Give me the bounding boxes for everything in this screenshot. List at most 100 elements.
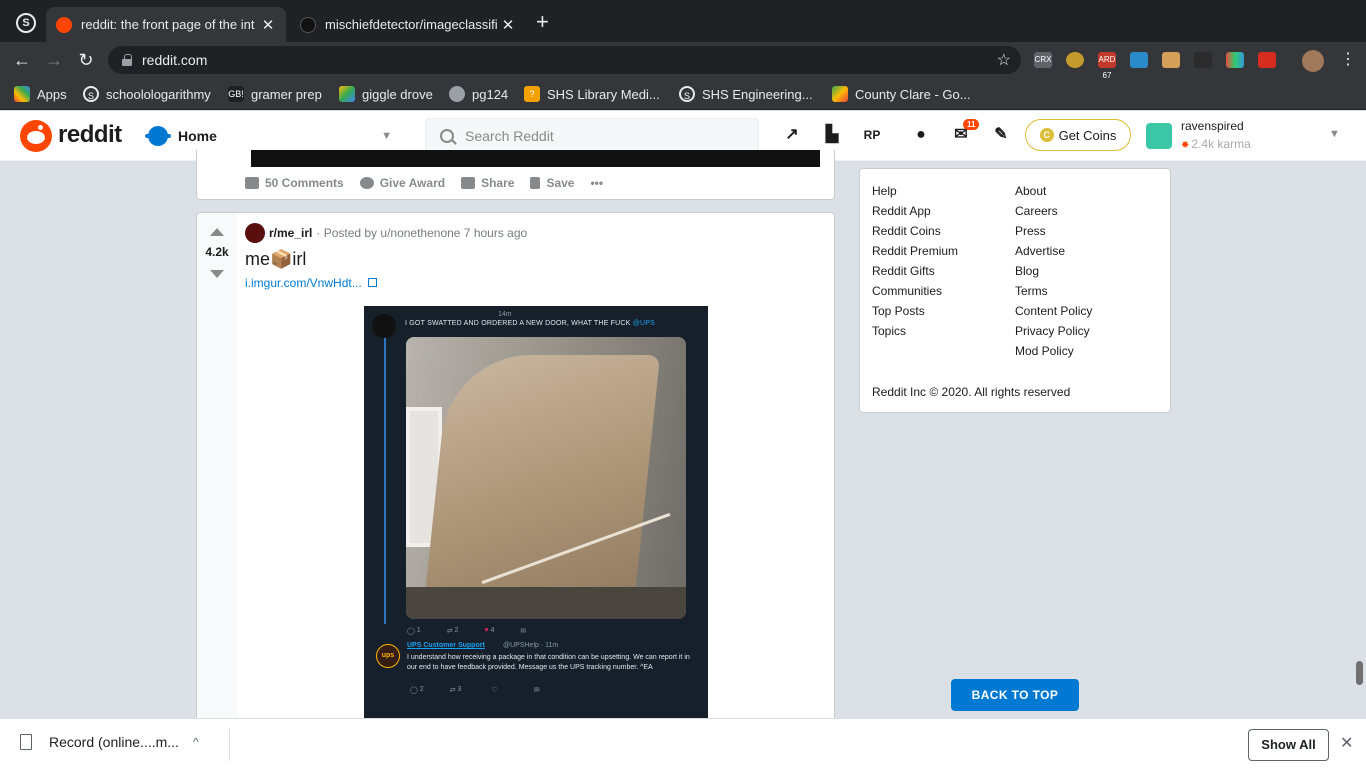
footer-link-press[interactable]: Press — [1015, 224, 1092, 244]
profile-s-icon[interactable]: S — [16, 13, 36, 33]
bookmark-giggle-drove[interactable]: giggle drove — [339, 86, 433, 102]
downvote-arrow-icon[interactable] — [210, 270, 224, 278]
download-item[interactable]: Record (online....m... ^ — [20, 734, 199, 750]
back-to-top-button[interactable]: BACK TO TOP — [951, 679, 1079, 711]
owl-extension-icon[interactable] — [1066, 52, 1084, 68]
give-award-label: Give Award — [379, 176, 446, 190]
footer-link-blog[interactable]: Blog — [1015, 264, 1092, 284]
posted-by[interactable]: · Posted by u/nonethenone 7 hours ago — [316, 226, 527, 240]
footer-link-reddit-premium[interactable]: Reddit Premium — [872, 244, 958, 264]
post-link[interactable]: i.imgur.com/VnwHdt... — [245, 276, 377, 290]
post-image[interactable]: 14m I GOT SWATTED AND ORDERED A NEW DOOR… — [364, 306, 708, 733]
reddit-wordmark[interactable]: reddit — [58, 121, 122, 149]
footer-link-top-posts[interactable]: Top Posts — [872, 304, 958, 324]
comments-button[interactable]: 50 Comments — [245, 176, 344, 190]
footer-link-mod-policy[interactable]: Mod Policy — [1015, 344, 1092, 364]
new-tab-button[interactable]: + — [536, 11, 549, 33]
address-bar[interactable]: reddit.com ☆ — [108, 46, 1021, 74]
dark-extension-icon[interactable] — [1194, 52, 1212, 68]
bookmark-shs-library[interactable]: ? SHS Library Medi... — [524, 86, 660, 102]
save-button[interactable]: Save — [530, 176, 574, 190]
bookmark-label: SHS Engineering... — [702, 86, 813, 102]
get-coins-button[interactable]: C Get Coins — [1025, 119, 1131, 151]
popular-trending-icon[interactable]: ↗ — [782, 125, 802, 145]
subreddit-link[interactable]: r/me_irl — [269, 226, 312, 240]
footer-link-careers[interactable]: Careers — [1015, 204, 1092, 224]
bookmark-apps[interactable]: Apps — [14, 86, 67, 102]
profile-avatar-icon[interactable] — [1302, 50, 1324, 72]
footer-link-reddit-app[interactable]: Reddit App — [872, 204, 958, 224]
post-link-text: i.imgur.com/VnwHdt... — [245, 276, 362, 290]
color-extension-icon[interactable] — [1226, 52, 1244, 68]
heart-icon: ♡ — [491, 687, 498, 694]
share-button[interactable]: Share — [461, 176, 514, 190]
footer-link-help[interactable]: Help — [872, 184, 958, 204]
like-count: 4 — [490, 627, 495, 634]
tab-reddit[interactable]: reddit: the front page of the int ✕ — [46, 7, 286, 42]
ard-extension-icon[interactable]: ARD 67 — [1098, 52, 1116, 80]
download-filename: Record (online....m... — [49, 734, 179, 750]
home-planet-icon — [145, 126, 171, 146]
tab-close-icon[interactable]: ✕ — [260, 16, 276, 34]
search-placeholder: Search Reddit — [465, 128, 554, 144]
tool-extension-icon[interactable] — [1130, 52, 1148, 68]
search-input[interactable]: Search Reddit — [425, 118, 759, 154]
tab-close-icon[interactable]: ✕ — [500, 16, 516, 34]
footer-link-reddit-gifts[interactable]: Reddit Gifts — [872, 264, 958, 284]
post-meta: r/me_irl · Posted by u/nonethenone 7 hou… — [245, 223, 527, 243]
footer-links-col1: Help Reddit App Reddit Coins Reddit Prem… — [872, 184, 958, 344]
check-extension-icon[interactable] — [1258, 52, 1276, 68]
footer-link-reddit-coins[interactable]: Reddit Coins — [872, 224, 958, 244]
bookmark-county-clare[interactable]: County Clare - Go... — [832, 86, 971, 102]
scrollbar-thumb[interactable] — [1356, 661, 1363, 685]
mail-count-badge: 11 — [963, 119, 980, 130]
post-title[interactable]: me📦irl — [245, 249, 306, 270]
face-extension-icon[interactable] — [1162, 52, 1180, 68]
chevron-up-icon[interactable]: ^ — [193, 735, 199, 749]
schoology-s-icon: S — [83, 86, 99, 102]
github-favicon-icon — [300, 16, 316, 33]
bookmark-pg124[interactable]: pg124 — [449, 86, 508, 102]
reddit-snoo-icon[interactable] — [20, 120, 52, 152]
rpan-icon[interactable]: RP — [862, 125, 882, 145]
feed-selector[interactable]: Home ▼ — [145, 120, 400, 152]
show-all-button[interactable]: Show All — [1248, 729, 1329, 761]
bookmark-shs-engineering[interactable]: S SHS Engineering... — [679, 86, 813, 102]
footer-link-terms[interactable]: Terms — [1015, 284, 1092, 304]
crx-extension-icon[interactable]: CRX — [1034, 52, 1052, 68]
bookmark-schoolology[interactable]: Sschoolologarithmy — [83, 86, 211, 102]
reply-icon: ◯ — [410, 687, 420, 694]
footer-link-communities[interactable]: Communities — [872, 284, 958, 304]
back-button[interactable]: ← — [10, 48, 34, 72]
post-card[interactable]: 4.2k r/me_irl · Posted by u/nonethenone … — [196, 212, 835, 733]
footer-link-advertise[interactable]: Advertise — [1015, 244, 1092, 264]
ups-logo: ups — [376, 644, 400, 668]
award-icon — [359, 177, 374, 189]
chat-icon[interactable]: ● — [911, 125, 931, 145]
footer-link-topics[interactable]: Topics — [872, 324, 958, 344]
menu-kebab-icon[interactable]: ⋮ — [1336, 48, 1360, 72]
footer-link-about[interactable]: About — [1015, 184, 1092, 204]
bookmark-star-icon[interactable]: ☆ — [997, 50, 1011, 70]
vote-column: 4.2k — [197, 213, 237, 733]
footer-link-privacy-policy[interactable]: Privacy Policy — [1015, 324, 1092, 344]
tab-github[interactable]: mischiefdetector/imageclassifi ✕ — [290, 7, 526, 42]
reload-button[interactable]: ↻ — [74, 48, 98, 72]
forward-button[interactable]: → — [42, 48, 66, 72]
chevron-down-icon: ▼ — [1329, 128, 1340, 140]
user-dropdown[interactable]: ravenspired 2.4k karma ▼ — [1146, 118, 1346, 154]
bookmark-gramer[interactable]: GB! gramer prep — [228, 86, 322, 102]
leaderboard-icon[interactable]: ▙ — [822, 125, 842, 145]
more-options-button[interactable]: ••• — [590, 176, 603, 190]
close-icon[interactable]: ✕ — [1340, 733, 1353, 753]
lock-icon — [122, 54, 132, 66]
dm-icon: ✉ — [533, 687, 540, 694]
subreddit-icon[interactable] — [245, 223, 265, 243]
post-media[interactable] — [251, 150, 820, 167]
footer-link-content-policy[interactable]: Content Policy — [1015, 304, 1092, 324]
comments-label: 50 Comments — [265, 176, 344, 190]
copyright-text: Reddit Inc © 2020. All rights reserved — [872, 385, 1071, 399]
create-post-pencil-icon[interactable]: ✎ — [991, 125, 1011, 145]
upvote-arrow-icon[interactable] — [210, 228, 224, 236]
give-award-button[interactable]: Give Award — [359, 176, 446, 190]
